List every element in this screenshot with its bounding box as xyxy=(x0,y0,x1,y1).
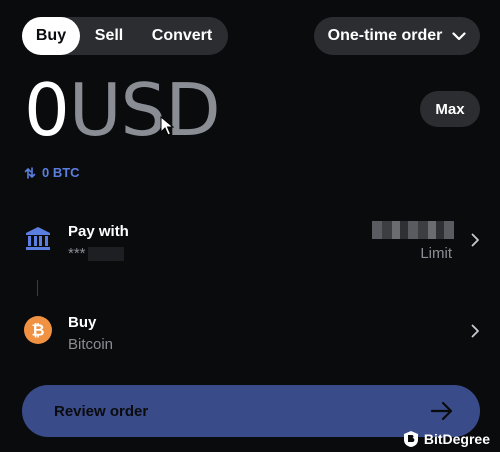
swap-icon xyxy=(24,166,36,179)
row-connector-line xyxy=(37,280,38,296)
bitcoin-icon: ₿ xyxy=(24,316,52,344)
order-type-label: One-time order xyxy=(327,27,443,44)
order-side-tabs: Buy Sell Convert xyxy=(22,17,228,55)
chevron-right-icon xyxy=(471,324,479,338)
amount-value: 0 xyxy=(24,68,70,152)
tab-buy[interactable]: Buy xyxy=(22,17,80,55)
bitdegree-logo-icon xyxy=(403,431,418,447)
pay-with-title: Pay with xyxy=(68,223,129,240)
arrow-right-icon xyxy=(430,401,453,421)
limit-label: Limit xyxy=(420,245,452,262)
buy-asset-name: Bitcoin xyxy=(68,336,114,353)
limit-amount-blurred xyxy=(372,221,454,239)
mouse-cursor-icon xyxy=(160,116,174,136)
review-order-label: Review order xyxy=(54,403,149,420)
buy-title: Buy xyxy=(68,314,97,331)
amount-currency: USD xyxy=(68,68,221,152)
chevron-right-icon xyxy=(471,233,479,247)
buy-asset-row[interactable]: ₿ Buy Bitcoin xyxy=(0,306,500,362)
pay-with-row[interactable]: Pay with *** Limit xyxy=(0,215,500,271)
amount-input[interactable]: 0USD xyxy=(24,68,221,152)
watermark-text: BitDegree xyxy=(423,431,490,447)
bank-icon xyxy=(26,227,50,250)
chevron-down-icon xyxy=(452,31,466,40)
max-button[interactable]: Max xyxy=(420,91,480,127)
order-type-dropdown[interactable]: One-time order xyxy=(314,17,480,55)
btc-equivalent[interactable]: 0 BTC xyxy=(24,165,80,180)
tab-sell[interactable]: Sell xyxy=(80,17,138,55)
payment-method-masked: *** xyxy=(68,245,124,262)
btc-equivalent-label: 0 BTC xyxy=(42,165,80,180)
bitdegree-watermark: BitDegree xyxy=(403,430,490,448)
svg-text:₿: ₿ xyxy=(31,321,44,340)
tab-convert[interactable]: Convert xyxy=(138,17,226,55)
